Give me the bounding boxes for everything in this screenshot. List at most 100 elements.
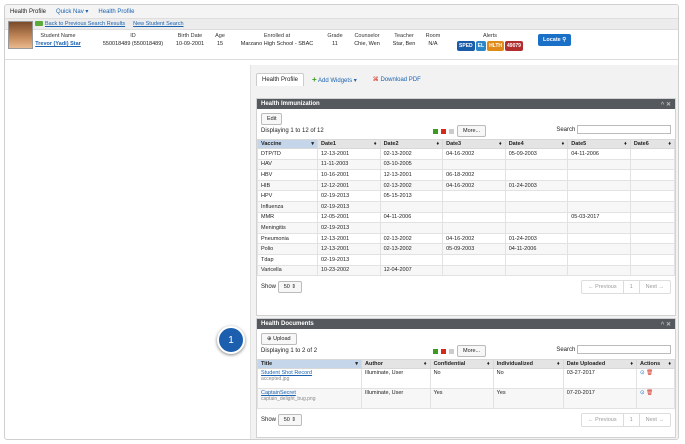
quick-nav-label: Quick Nav <box>56 9 84 15</box>
sort-icon: ▾ <box>355 361 358 367</box>
more-button[interactable]: More... <box>457 125 487 137</box>
new-student-search-link[interactable]: New Student Search <box>133 21 183 27</box>
pdf-export-icon[interactable] <box>441 348 446 354</box>
col-label: Date Uploaded <box>566 361 606 367</box>
vaccine-cell: MMR <box>257 211 318 224</box>
back-to-search-link[interactable]: Back to Previous Search Results <box>45 21 125 27</box>
alerts-header: Alerts <box>482 33 498 39</box>
counselor-value: Chie, Wen <box>354 41 380 47</box>
print-icon[interactable] <box>449 348 454 354</box>
date-cell <box>442 211 506 224</box>
chevron-down-icon: ▾ <box>85 9 89 15</box>
date-cell: 02-13-2002 <box>379 179 444 192</box>
next-button[interactable]: Next → <box>640 414 670 426</box>
download-pdf-button[interactable]: ⌘ Download PDF <box>373 76 421 83</box>
student-name-header: Student Name <box>40 33 76 39</box>
trash-icon[interactable]: 🗑 <box>646 370 653 376</box>
previous-button[interactable]: ← Previous <box>582 414 624 426</box>
excel-icon[interactable] <box>433 348 438 354</box>
date-cell: 05-09-2003 <box>504 148 569 160</box>
date-cell: 02-13-2002 <box>379 148 444 160</box>
sort-icon: ♦ <box>630 361 633 367</box>
previous-button[interactable]: ← Previous <box>582 281 624 294</box>
page-size-select[interactable]: 50 ⇕ <box>277 414 302 426</box>
col-individualized[interactable]: Individualized ♦ <box>492 359 564 369</box>
add-widgets-button[interactable]: + Add Widgets ▾ <box>312 75 357 84</box>
actions-cell: ⊙ 🗑 <box>636 368 675 389</box>
show-label: Show <box>261 284 277 291</box>
pdf-export-icon[interactable] <box>441 128 446 134</box>
room-header: Room <box>425 33 441 39</box>
col-date5[interactable]: Date5 ♦ <box>567 139 631 149</box>
date-cell: 12-12-2001 <box>317 179 381 192</box>
col-date1[interactable]: Date1 ♦ <box>317 139 381 149</box>
back-arrow-icon <box>35 21 43 27</box>
panel-controls[interactable]: ^ ✕ <box>661 101 671 108</box>
individualized-cell: Yes <box>492 388 564 409</box>
locate-button[interactable]: Locate ⚲ <box>538 34 572 46</box>
col-vaccine[interactable]: Vaccine ▾ <box>257 139 318 149</box>
col-date4[interactable]: Date4 ♦ <box>504 139 569 149</box>
col-date6[interactable]: Date6 ♦ <box>629 139 676 149</box>
date-cell <box>442 158 506 171</box>
page-number[interactable]: 1 <box>624 414 640 426</box>
excel-icon[interactable] <box>433 128 438 134</box>
date-cell <box>629 169 676 181</box>
print-icon[interactable] <box>449 128 454 134</box>
date-cell <box>442 264 506 277</box>
date-cell <box>629 232 676 245</box>
date-cell <box>504 158 569 171</box>
col-author[interactable]: Author ♦ <box>361 359 431 369</box>
date-cell <box>629 264 676 277</box>
upload-button[interactable]: ⊕ Upload <box>261 333 297 345</box>
alert-badge-el[interactable]: EL <box>475 41 487 51</box>
documents-table: Title ▾ Author ♦ Confidential ♦ Individuali… <box>257 359 675 409</box>
date-cell <box>629 243 676 255</box>
student-name-link[interactable]: Trevor (Yadi) Star <box>35 41 81 47</box>
date-cell <box>567 179 631 192</box>
col-actions[interactable]: Actions ♦ <box>636 359 675 369</box>
alert-badge-49079[interactable]: 49079 <box>505 41 523 51</box>
date-cell: 12-04-2007 <box>379 264 444 277</box>
trash-icon[interactable]: 🗑 <box>646 390 653 396</box>
search-icon: ⚲ <box>562 37 567 43</box>
panel-controls[interactable]: ^ ✕ <box>661 321 671 328</box>
upload-icon: ⊕ <box>267 336 272 342</box>
tab-health-profile[interactable]: Health Profile <box>256 73 305 86</box>
alert-badge-hlth[interactable]: HLTH <box>487 41 505 51</box>
view-icon[interactable]: ⊙ <box>640 370 645 376</box>
col-label: Date4 <box>508 141 524 147</box>
search-input[interactable] <box>577 125 671 134</box>
date-cell <box>379 253 444 266</box>
step-marker: 1 <box>217 326 245 354</box>
immunization-title: Health Immunization <box>261 101 320 107</box>
search-input[interactable] <box>577 345 671 354</box>
col-date3[interactable]: Date3 ♦ <box>442 139 506 149</box>
col-title[interactable]: Title ▾ <box>257 359 362 369</box>
sort-icon: ♦ <box>423 361 427 367</box>
alert-badge-sped[interactable]: SPED <box>457 41 475 51</box>
teacher-header: Teacher <box>394 33 414 39</box>
health-profile-link[interactable]: Health Profile <box>98 9 134 15</box>
date-cell: 04-16-2002 <box>442 232 506 245</box>
counselor-header: Counselor <box>354 33 380 39</box>
page-number[interactable]: 1 <box>624 281 640 294</box>
view-icon[interactable]: ⊙ <box>640 390 645 396</box>
page-size-select[interactable]: 50 ⇕ <box>277 281 302 294</box>
col-date-uploaded[interactable]: Date Uploaded ♦ <box>562 359 638 369</box>
edit-button[interactable]: Edit <box>261 113 283 125</box>
quick-nav-menu[interactable]: Quick Nav ▾ <box>56 8 88 15</box>
date-cell: 10-23-2002 <box>317 264 381 277</box>
chevron-down-icon: ▾ <box>353 78 357 84</box>
date-cell <box>504 211 569 224</box>
next-button[interactable]: Next → <box>640 281 670 293</box>
col-label: Date5 <box>571 141 587 147</box>
table-row: CaptainSecret captain_delight_bug.png Illu… <box>257 388 675 409</box>
immunization-panel: Health Immunization ^ ✕ Edit Displaying 1… <box>256 98 676 316</box>
immunization-header: Health Immunization ^ ✕ <box>257 99 675 109</box>
table-row: MMR 12-05-2001 04-11-2006 05-03-2017 <box>257 211 676 224</box>
col-confidential[interactable]: Confidential ♦ <box>429 359 494 369</box>
date-cell: 04-16-2002 <box>442 179 506 192</box>
col-date2[interactable]: Date2 ♦ <box>379 139 444 149</box>
more-button[interactable]: More... <box>457 345 487 357</box>
